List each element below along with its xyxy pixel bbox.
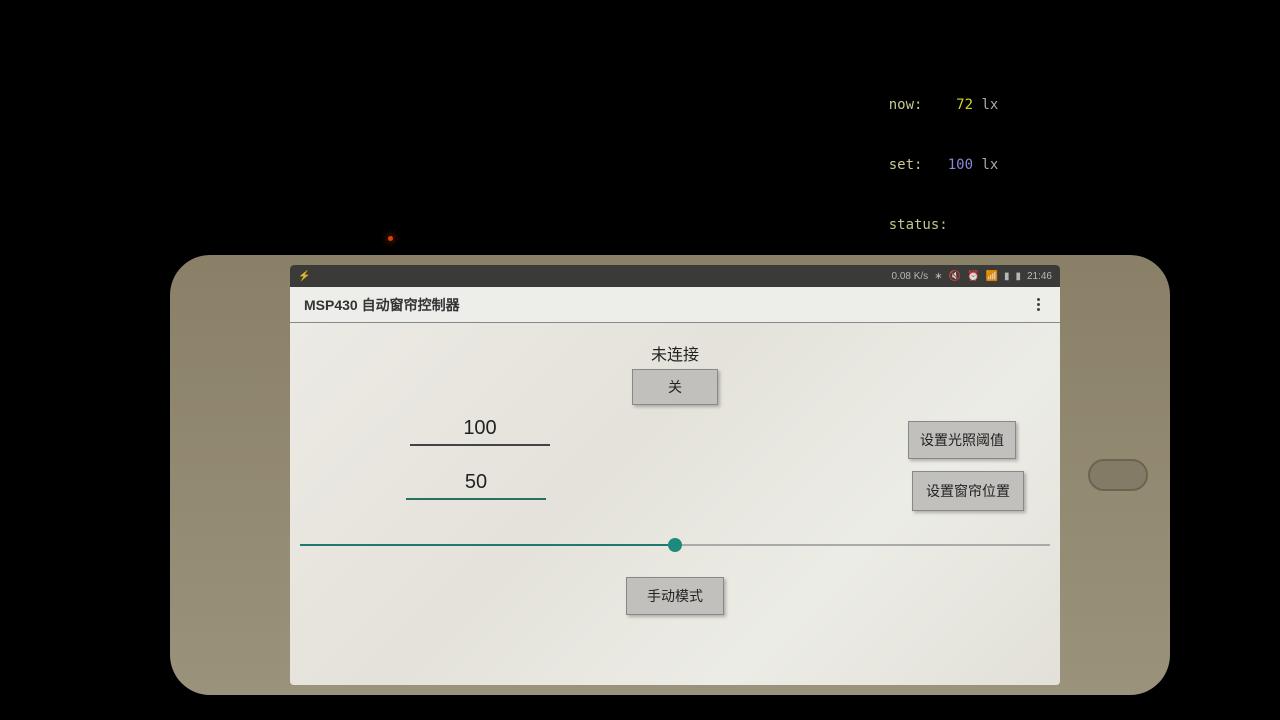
curtain-position-input[interactable] bbox=[406, 471, 546, 500]
connection-status: 未连接 bbox=[651, 341, 699, 365]
app-content: 未连接 关 设置光照阈值 设置窗帘位置 bbox=[290, 323, 1060, 685]
term-now-value: 72 bbox=[956, 97, 973, 113]
term-status-label: status: bbox=[889, 217, 948, 233]
term-set-label: set: bbox=[889, 157, 923, 173]
statusbar-time: 21:46 bbox=[1027, 271, 1052, 282]
toggle-button[interactable]: 关 bbox=[632, 369, 718, 405]
term-now-unit: lx bbox=[981, 97, 998, 113]
signal-icon: ▮ bbox=[1004, 271, 1010, 282]
wifi-icon: 📶 bbox=[985, 271, 997, 282]
phone-device: ⚡ 0.08 K/s ∗ 🔇 ⏰ 📶 ▮ ▮ 21:46 MSP430 自动窗帘… bbox=[170, 255, 1170, 695]
background-terminal: now: 72 lx set: 100 lx status: bbox=[855, 75, 998, 255]
slider-thumb[interactable] bbox=[668, 538, 682, 552]
light-threshold-input[interactable] bbox=[410, 417, 550, 446]
slider-fill bbox=[300, 544, 675, 546]
phone-home-button[interactable] bbox=[1088, 459, 1148, 491]
alarm-icon: ⏰ bbox=[967, 271, 979, 282]
board-led-indicator bbox=[388, 236, 393, 241]
term-now-label: now: bbox=[889, 97, 923, 113]
statusbar-charge-icon: ⚡ bbox=[298, 271, 310, 282]
bluetooth-icon: ∗ bbox=[934, 271, 942, 282]
set-curtain-position-label: 设置窗帘位置 bbox=[926, 481, 1010, 501]
overflow-menu-icon[interactable] bbox=[1031, 292, 1046, 317]
android-statusbar: ⚡ 0.08 K/s ∗ 🔇 ⏰ 📶 ▮ ▮ 21:46 bbox=[290, 265, 1060, 287]
app-title: MSP430 自动窗帘控制器 bbox=[304, 295, 460, 315]
term-set-unit: lx bbox=[981, 157, 998, 173]
mode-button[interactable]: 手动模式 bbox=[626, 577, 724, 615]
toggle-button-label: 关 bbox=[668, 377, 682, 397]
mode-button-label: 手动模式 bbox=[647, 586, 703, 606]
statusbar-speed: 0.08 K/s bbox=[891, 271, 928, 282]
phone-screen: ⚡ 0.08 K/s ∗ 🔇 ⏰ 📶 ▮ ▮ 21:46 MSP430 自动窗帘… bbox=[290, 265, 1060, 685]
app-toolbar: MSP430 自动窗帘控制器 bbox=[290, 287, 1060, 323]
term-set-value: 100 bbox=[948, 157, 973, 173]
set-light-threshold-label: 设置光照阈值 bbox=[920, 430, 1004, 450]
mute-icon: 🔇 bbox=[949, 271, 961, 282]
position-slider[interactable] bbox=[300, 535, 1050, 555]
battery-icon: ▮ bbox=[1015, 271, 1021, 282]
set-light-threshold-button[interactable]: 设置光照阈值 bbox=[908, 421, 1016, 459]
set-curtain-position-button[interactable]: 设置窗帘位置 bbox=[912, 471, 1024, 511]
